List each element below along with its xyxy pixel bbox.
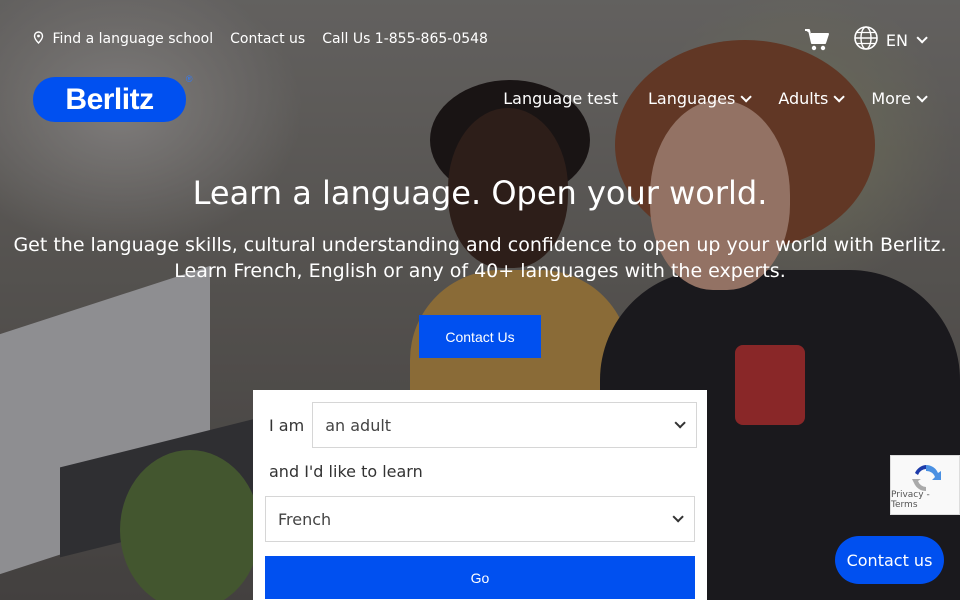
learn-label: and I'd like to learn (269, 462, 423, 481)
nav-adults-label: Adults (778, 89, 829, 108)
nav-languages[interactable]: Languages (648, 89, 753, 108)
hero-subtitle-line1: Get the language skills, cultural unders… (13, 234, 947, 256)
i-am-label: I am (269, 415, 305, 435)
language-code: EN (885, 30, 908, 50)
learn-language-select[interactable]: French (265, 496, 695, 542)
contact-us-button[interactable]: Contact Us (419, 315, 541, 358)
nav-language-test-label: Language test (503, 89, 619, 108)
nav-language-test[interactable]: Language test (503, 89, 618, 108)
nav-more[interactable]: More (871, 89, 928, 108)
hero-subtitle-line2: Learn French, English or any of 40+ lang… (174, 260, 786, 282)
nav-languages-label: Languages (648, 89, 736, 108)
nav-adults[interactable]: Adults (778, 89, 846, 108)
berlitz-logo[interactable]: Berlitz ® (33, 74, 193, 122)
map-pin-icon (32, 31, 49, 47)
nav-more-label: More (871, 89, 911, 108)
go-button[interactable]: Go (265, 556, 695, 599)
phone-link[interactable]: Call Us 1-855-865-0548 (322, 31, 488, 47)
learn-language-value: French (278, 509, 332, 529)
i-am-select[interactable]: an adult (312, 402, 698, 448)
find-school-label: Find a language school (52, 31, 214, 47)
floating-contact-button[interactable]: Contact us (835, 536, 944, 584)
top-right-controls: EN (804, 26, 928, 54)
i-am-value: an adult (325, 415, 392, 435)
globe-icon (854, 26, 878, 54)
learn-row: French (265, 496, 695, 542)
logo-text: Berlitz (65, 82, 154, 116)
cart-icon[interactable] (804, 28, 830, 52)
language-selector[interactable]: EN (854, 26, 928, 54)
chevron-down-icon (740, 90, 753, 103)
contact-link[interactable]: Contact us (230, 31, 305, 47)
logo-registered-mark: ® (185, 74, 193, 84)
i-am-row: I am an adult (269, 402, 698, 448)
chevron-down-icon (674, 417, 686, 429)
chevron-down-icon (672, 511, 684, 523)
main-nav: Language test Languages Adults More (503, 89, 928, 108)
recaptcha-badge[interactable]: Privacy - Terms (890, 455, 960, 515)
chevron-down-icon (833, 90, 846, 103)
course-finder-form: I am an adult and I'd like to learn Fren… (253, 390, 707, 600)
hero-subtitle: Get the language skills, cultural unders… (0, 232, 960, 284)
find-school-link[interactable]: Find a language school (32, 31, 213, 47)
hero-title: Learn a language. Open your world. (192, 174, 768, 212)
recaptcha-icon (912, 465, 941, 491)
utility-bar: Find a language school Contact us Call U… (32, 31, 488, 47)
